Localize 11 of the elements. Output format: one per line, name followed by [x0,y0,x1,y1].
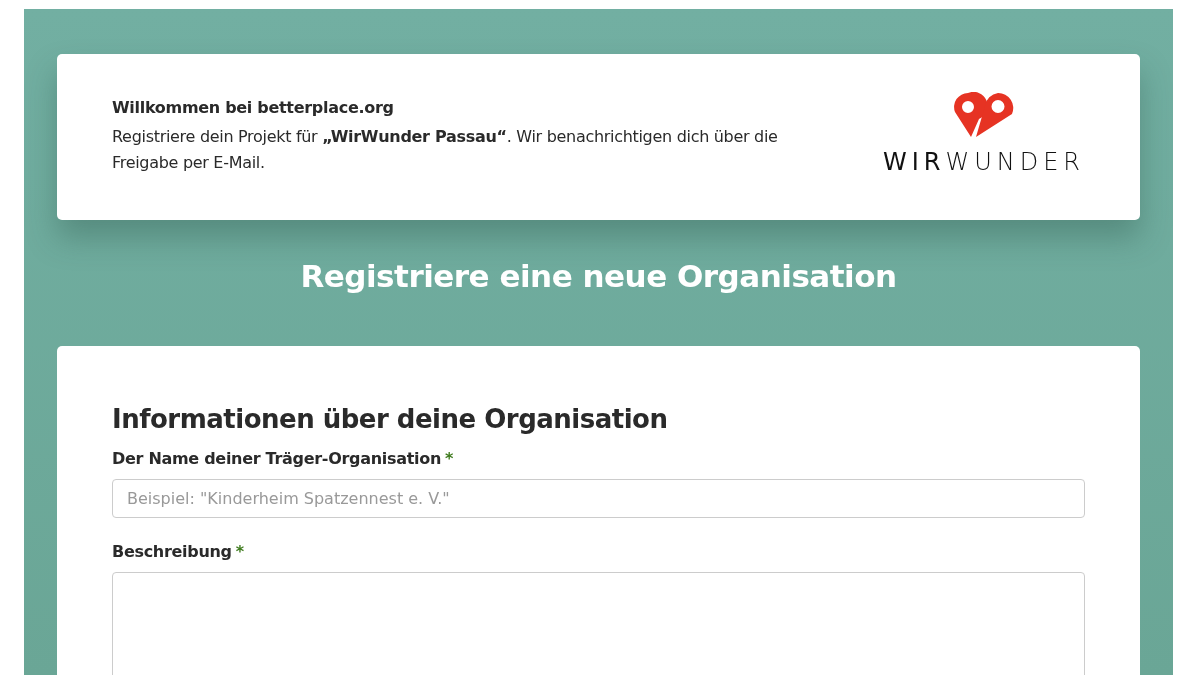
welcome-text: Registriere dein Projekt für „WirWunder Passau“. Wir benachrichtigen dich über die Freigabe per E-Mail. [112,126,779,174]
section-title: Informationen über deine Organisation [112,404,669,436]
field-label: Der Name deiner Träger-Organisation [112,448,441,471]
required-marker: * [445,449,454,469]
heart-pins-logo-icon [952,92,1015,138]
description-textarea[interactable] [112,572,1085,675]
welcome-title: Willkommen bei betterplace.org [112,97,395,119]
text-input-field[interactable]: Beispiel: "Kinderheim Spatzennest e. V." [112,479,1085,519]
required-marker: * [235,542,245,562]
field-label: Beschreibung [112,541,232,564]
page-title: Registriere eine neue Organisation [299,258,898,296]
